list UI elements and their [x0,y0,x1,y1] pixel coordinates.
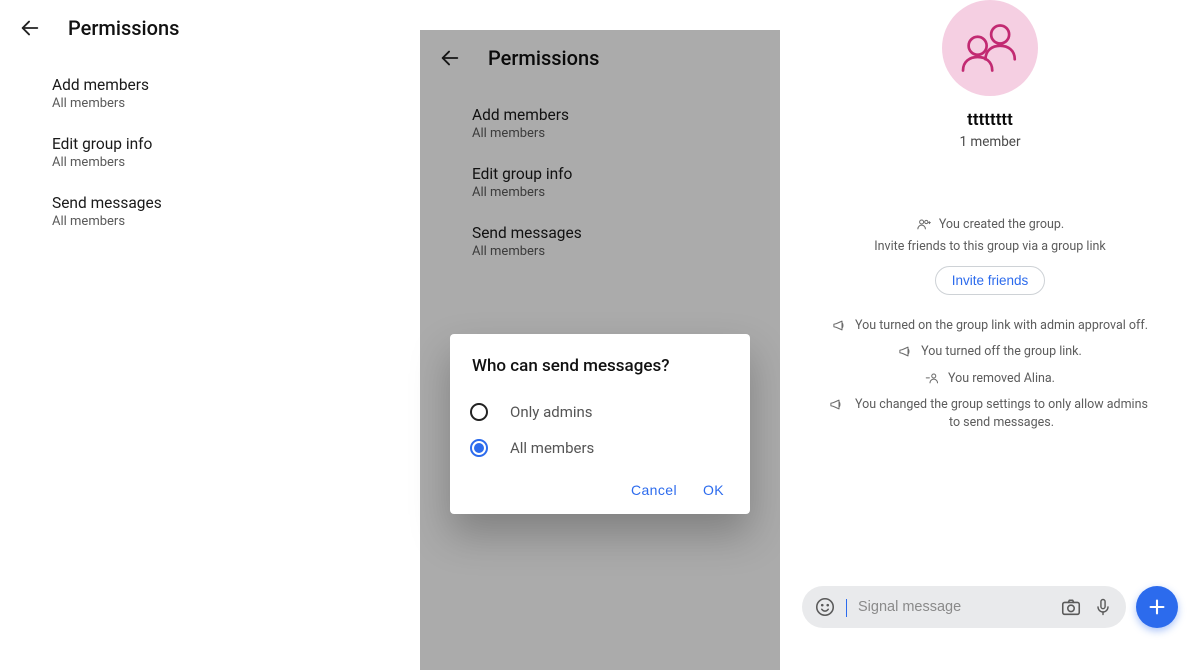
system-text: You turned on the group link with admin … [855,317,1148,335]
camera-icon[interactable] [1060,596,1082,618]
input-caret [846,597,848,617]
group-header: tttttttt 1 member [780,0,1200,150]
setting-send-messages[interactable]: Send messages All members [0,182,420,241]
appbar: Permissions [0,0,420,56]
permissions-dialog-screen: Permissions Add members All members Edit… [420,30,780,670]
radio-only-admins[interactable]: Only admins [470,394,730,430]
radio-all-members[interactable]: All members [470,430,730,466]
system-text: You removed Alina. [948,370,1055,388]
megaphone-icon [832,318,847,333]
member-count: 1 member [959,134,1020,150]
setting-edit-group-info[interactable]: Edit group info All members [0,123,420,182]
dialog-title: Who can send messages? [470,356,730,376]
system-removed: You removed Alina. [810,366,1170,392]
dialog-actions: Cancel OK [470,482,730,504]
system-settings-changed: You changed the group settings to only a… [810,392,1170,436]
invite-hint: Invite friends to this group via a group… [810,238,1170,256]
radio-label: All members [510,439,594,457]
permissions-screen: Permissions Add members All members Edit… [0,0,420,640]
setting-value: All members [52,214,368,229]
setting-title: Send messages [52,194,368,212]
radio-icon [470,439,488,457]
megaphone-icon [898,344,913,359]
settings-list: Add members All members Edit group info … [0,56,420,241]
setting-value: All members [52,96,368,111]
page-title: Permissions [68,16,179,40]
group-avatar-icon[interactable] [942,0,1038,96]
group-chat-screen: tttttttt 1 member You created the group.… [780,0,1200,640]
person-remove-icon [925,371,940,386]
composer-bar [802,586,1178,628]
group-add-icon [916,217,931,232]
message-input[interactable] [858,599,1050,615]
setting-title: Edit group info [52,135,368,153]
add-fab-button[interactable] [1136,586,1178,628]
setting-add-members[interactable]: Add members All members [0,64,420,123]
system-messages: You created the group. Invite friends to… [780,212,1200,436]
megaphone-icon [829,397,844,412]
send-messages-dialog: Who can send messages? Only admins All m… [450,334,750,514]
composer [802,586,1126,628]
emoji-icon[interactable] [814,596,836,618]
system-text: You created the group. [939,216,1064,234]
system-link-off: You turned off the group link. [810,339,1170,365]
mic-icon[interactable] [1092,596,1114,618]
group-name[interactable]: tttttttt [967,110,1013,130]
setting-title: Add members [52,76,368,94]
ok-button[interactable]: OK [703,482,724,498]
invite-friends-button[interactable]: Invite friends [935,266,1046,295]
radio-icon [470,403,488,421]
system-text: You turned off the group link. [921,343,1082,361]
system-link-on: You turned on the group link with admin … [810,313,1170,339]
system-created: You created the group. [810,212,1170,238]
back-arrow-icon[interactable] [18,16,42,40]
setting-value: All members [52,155,368,170]
system-text: You changed the group settings to only a… [852,396,1152,432]
radio-label: Only admins [510,403,593,421]
cancel-button[interactable]: Cancel [631,482,677,498]
